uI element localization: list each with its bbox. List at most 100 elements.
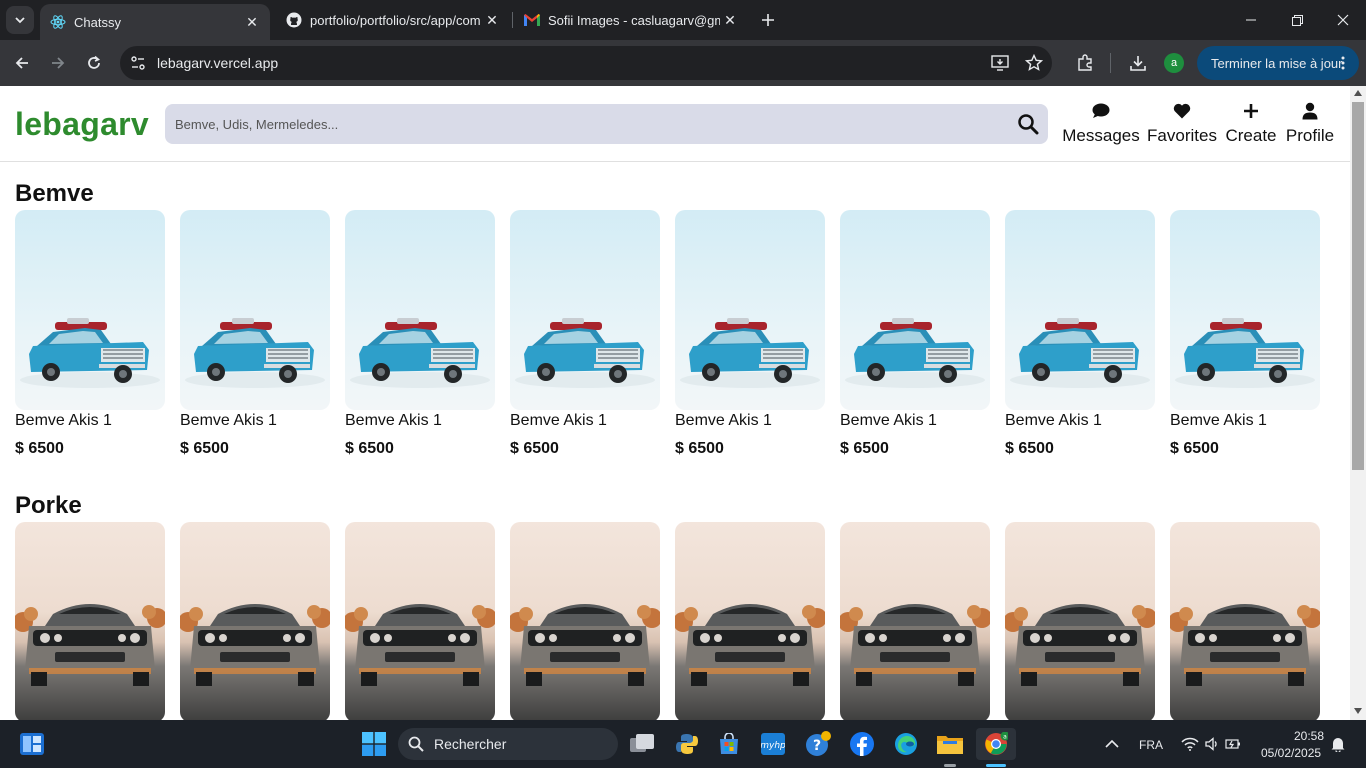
taskbar-app-chrome[interactable]: a <box>976 728 1016 760</box>
product-image[interactable] <box>1005 522 1155 720</box>
product-price: $ 6500 <box>840 440 889 457</box>
site-settings-icon[interactable] <box>130 55 146 71</box>
task-view-button[interactable] <box>626 728 658 760</box>
grey-muscle-car-image <box>510 522 660 720</box>
product-card[interactable]: Bemve Akis 1 $ 6500 <box>180 210 330 458</box>
product-image[interactable] <box>840 522 990 720</box>
widgets-button[interactable] <box>16 728 48 760</box>
product-card[interactable] <box>675 522 825 720</box>
chevron-up-icon <box>1105 739 1119 748</box>
reload-button[interactable] <box>80 49 108 77</box>
product-card[interactable]: Bemve Akis 1 $ 6500 <box>510 210 660 458</box>
tab-chatssy[interactable]: Chatssy ✕ <box>40 4 270 40</box>
downloads-button[interactable] <box>1124 49 1152 77</box>
scrollbar-thumb[interactable] <box>1352 102 1364 470</box>
taskbar-app-edge[interactable] <box>890 728 922 760</box>
task-view-icon <box>630 734 654 752</box>
product-image[interactable] <box>15 522 165 720</box>
product-card[interactable] <box>1005 522 1155 720</box>
product-image[interactable] <box>180 210 330 410</box>
product-image[interactable] <box>15 210 165 410</box>
product-image[interactable] <box>345 210 495 410</box>
product-card[interactable] <box>840 522 990 720</box>
close-window-button[interactable] <box>1320 0 1366 40</box>
gmail-icon <box>524 12 540 28</box>
product-card[interactable]: Bemve Akis 1 $ 6500 <box>1170 210 1320 458</box>
notifications-button[interactable] <box>1324 728 1352 760</box>
plus-icon <box>762 14 774 26</box>
clock-date[interactable]: 05/02/2025 <box>1261 746 1321 760</box>
tab-search-button[interactable] <box>6 6 34 34</box>
profile-avatar[interactable]: a <box>1164 53 1184 73</box>
taskbar-app-store[interactable] <box>713 728 745 760</box>
new-tab-button[interactable] <box>756 8 780 32</box>
install-app-icon[interactable] <box>991 54 1009 72</box>
taskbar-search-label: Rechercher <box>434 736 507 752</box>
product-image[interactable] <box>1005 210 1155 410</box>
product-price: $ 6500 <box>180 440 229 457</box>
product-card[interactable]: Bemve Akis 1 $ 6500 <box>840 210 990 458</box>
svg-text:?: ? <box>813 738 821 754</box>
tab-github[interactable]: portfolio/portfolio/src/app/com ✕ <box>276 0 510 40</box>
taskbar-app-facebook[interactable] <box>846 728 878 760</box>
taskbar-app-python[interactable] <box>671 728 703 760</box>
close-tab-icon[interactable]: ✕ <box>720 10 740 30</box>
clock-time[interactable]: 20:58 <box>1294 729 1324 743</box>
forward-button[interactable] <box>44 49 72 77</box>
product-image[interactable] <box>840 210 990 410</box>
language-indicator[interactable]: FRA <box>1139 738 1163 752</box>
more-vertical-icon <box>1341 56 1345 70</box>
taskbar-app-myhp[interactable]: myhp <box>757 728 789 760</box>
product-card[interactable] <box>345 522 495 720</box>
search-input[interactable] <box>175 104 995 144</box>
product-image[interactable] <box>180 522 330 720</box>
minimize-button[interactable] <box>1228 0 1274 40</box>
update-chrome-button[interactable]: Terminer la mise à jour <box>1197 46 1359 80</box>
product-image[interactable] <box>345 522 495 720</box>
scroll-up-arrow-icon[interactable] <box>1354 90 1362 96</box>
product-image[interactable] <box>1170 522 1320 720</box>
product-card[interactable] <box>15 522 165 720</box>
product-card[interactable]: Bemve Akis 1 $ 6500 <box>675 210 825 458</box>
nav-favorites[interactable]: Favorites <box>1147 100 1217 146</box>
start-button[interactable] <box>358 728 390 760</box>
blue-car-image <box>1170 210 1320 410</box>
product-image[interactable] <box>1170 210 1320 410</box>
extensions-button[interactable] <box>1071 49 1099 77</box>
product-card[interactable]: Bemve Akis 1 $ 6500 <box>1005 210 1155 458</box>
product-image[interactable] <box>510 522 660 720</box>
product-card[interactable] <box>510 522 660 720</box>
product-card[interactable] <box>180 522 330 720</box>
scroll-down-arrow-icon[interactable] <box>1354 708 1362 714</box>
page-viewport: lebagarv Messages Favorites Create <box>0 86 1350 720</box>
battery-icon <box>1225 739 1240 749</box>
nav-label: Create <box>1225 126 1277 145</box>
product-card[interactable] <box>1170 522 1320 720</box>
site-logo[interactable]: lebagarv <box>15 106 149 143</box>
product-image[interactable] <box>510 210 660 410</box>
bookmark-star-icon[interactable] <box>1025 54 1043 72</box>
svg-text:myhp: myhp <box>761 741 785 751</box>
nav-create[interactable]: Create <box>1224 100 1278 146</box>
download-icon <box>1130 56 1146 71</box>
taskbar-app-file-explorer[interactable] <box>934 728 966 760</box>
restore-button[interactable] <box>1274 0 1320 40</box>
tab-gmail[interactable]: Sofii Images - casluagarv@gma ✕ <box>514 0 748 40</box>
product-card[interactable]: Bemve Akis 1 $ 6500 <box>345 210 495 458</box>
back-button[interactable] <box>8 49 36 77</box>
close-tab-icon[interactable]: ✕ <box>242 12 262 32</box>
nav-profile[interactable]: Profile <box>1284 100 1336 146</box>
show-hidden-icons-button[interactable] <box>1096 728 1128 760</box>
close-tab-icon[interactable]: ✕ <box>482 10 502 30</box>
product-image[interactable] <box>675 522 825 720</box>
search-icon[interactable] <box>1016 112 1040 136</box>
address-bar[interactable]: lebagarv.vercel.app <box>120 46 1052 80</box>
arrow-right-icon <box>52 57 65 69</box>
taskbar-app-help[interactable]: ? <box>802 728 834 760</box>
page-scrollbar[interactable] <box>1350 86 1366 720</box>
product-card[interactable]: Bemve Akis 1 $ 6500 <box>15 210 165 458</box>
product-image[interactable] <box>675 210 825 410</box>
quick-settings-button[interactable] <box>1174 728 1248 760</box>
taskbar-search[interactable]: Rechercher <box>398 728 618 760</box>
nav-messages[interactable]: Messages <box>1062 100 1140 146</box>
